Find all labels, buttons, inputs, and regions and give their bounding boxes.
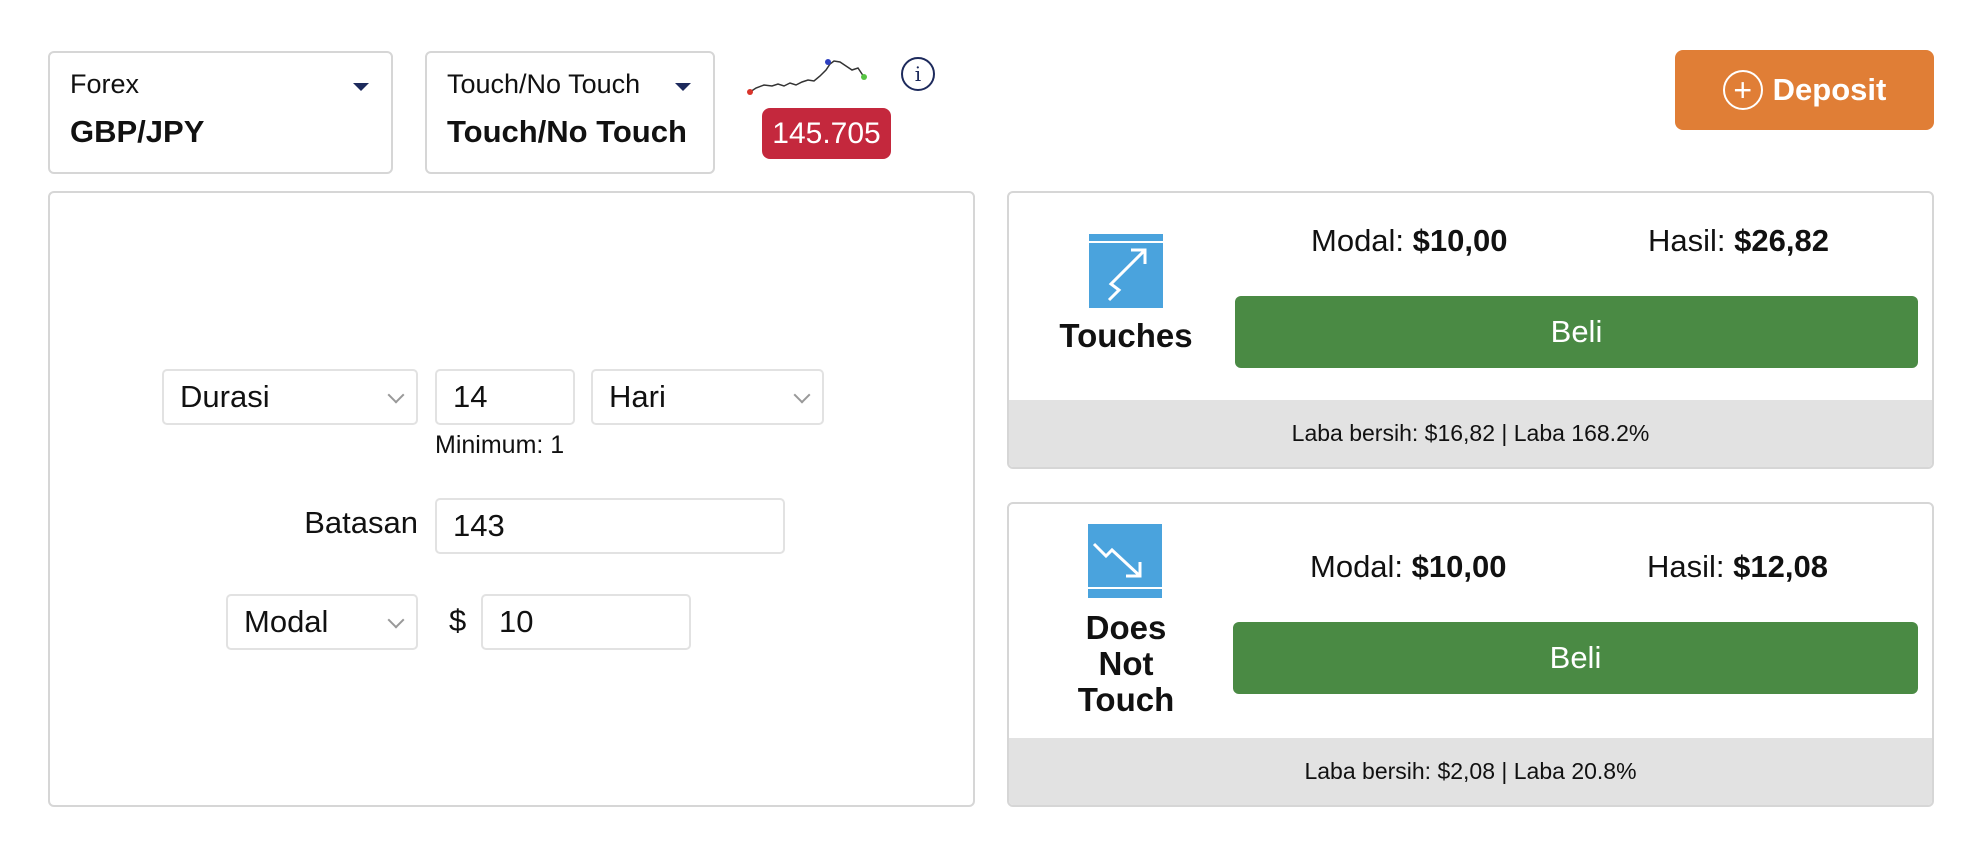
caret-down-icon [675,83,691,91]
currency-symbol: $ [449,603,467,638]
market-symbol: GBP/JPY [70,114,205,149]
chevron-down-icon [387,386,405,404]
duration-minimum-hint: Minimum: 1 [435,431,565,459]
info-icon[interactable]: i [901,57,935,91]
duration-input[interactable]: 14 [435,369,575,425]
trade-type-category-label: Touch/No Touch [447,69,641,99]
buy-does-not-touch-button[interactable]: Beli [1233,622,1918,694]
sparkline-high-point [825,59,831,65]
barrier-label: Batasan [304,505,418,540]
payout-display: Hasil: $12,08 [1647,549,1828,585]
sparkline-start-point [747,89,753,95]
deposit-button[interactable]: + Deposit [1675,50,1934,130]
amount-type-value: Modal [244,604,329,639]
net-profit-footer: Laba bersih: $2,08 | Laba 20.8% [1009,738,1932,805]
caret-down-icon [353,83,369,91]
contract-name-line: Not [1098,645,1154,682]
market-selector[interactable]: Forex GBP/JPY [48,51,393,174]
stake-label: Modal: [1311,223,1405,258]
amount-value: 10 [499,604,534,639]
duration-value: 14 [453,379,488,414]
duration-unit-value: Hari [609,379,666,414]
trade-type-selector[interactable]: Touch/No Touch Touch/No Touch [425,51,715,174]
trade-form-panel: Durasi 14 Hari Minimum: 1 Batasan 143 Mo… [48,191,975,807]
net-profit-footer: Laba bersih: $16,82 | Laba 168.2% [1009,400,1932,467]
duration-type-value: Durasi [180,379,270,414]
contract-card-does-not-touch: Does Not Touch Modal: $10,00 Hasil: $12,… [1007,502,1934,807]
trend-down-no-touch-icon [1088,524,1162,598]
chevron-down-icon [793,386,811,404]
contract-name: Touches [1059,317,1193,354]
amount-type-select[interactable]: Modal [226,594,418,650]
payout-value: $26,82 [1734,223,1829,258]
stake-display: Modal: $10,00 [1310,549,1507,585]
payout-label: Hasil: [1648,223,1726,258]
barrier-input[interactable]: 143 [435,498,785,554]
trade-type-value: Touch/No Touch [447,114,687,149]
plus-circle-icon: + [1722,70,1763,110]
buy-touches-button[interactable]: Beli [1235,296,1918,368]
payout-display: Hasil: $26,82 [1648,223,1829,259]
trend-up-touch-icon [1089,234,1163,308]
stake-label: Modal: [1310,549,1404,584]
market-category-label: Forex [70,69,140,99]
deposit-label: Deposit [1772,72,1887,107]
duration-unit-select[interactable]: Hari [591,369,824,425]
spot-price-badge: 145.705 [762,108,891,159]
payout-value: $12,08 [1733,549,1828,584]
amount-input[interactable]: 10 [481,594,691,650]
stake-value: $10,00 [1411,549,1507,584]
sparkline-last-point [861,74,867,80]
payout-label: Hasil: [1647,549,1725,584]
chevron-down-icon [387,611,405,629]
stake-display: Modal: $10,00 [1311,223,1508,259]
duration-type-select[interactable]: Durasi [162,369,418,425]
price-sparkline [747,59,867,95]
contract-card-touches: Touches Modal: $10,00 Hasil: $26,82 Beli… [1007,191,1934,469]
barrier-value: 143 [453,508,505,543]
trade-page: Forex GBP/JPY Touch/No Touch Touch/No To… [0,0,1980,854]
contract-name-line: Touch [1077,681,1175,718]
contract-name-line: Does [1085,609,1167,646]
stake-value: $10,00 [1412,223,1508,258]
contract-name: Does Not Touch [1049,610,1203,718]
